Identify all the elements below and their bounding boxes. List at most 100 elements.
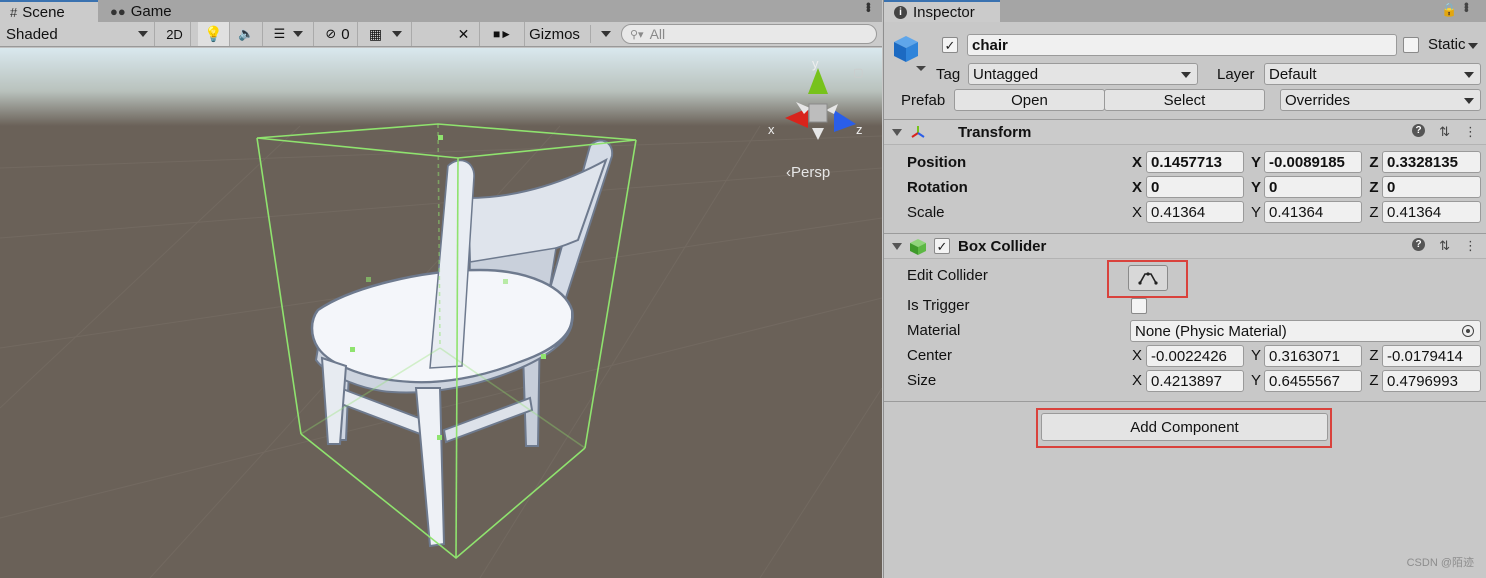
unity-editor: # Scene ●● Game ••• Shaded 2D 💡 🔈 ☰ ⊘ 0 …	[0, 0, 1486, 578]
rotation-z-field[interactable]: 0	[1382, 176, 1481, 198]
presets-icon[interactable]: ⇅	[1439, 238, 1450, 254]
is-trigger-label: Is Trigger	[907, 297, 970, 314]
axis-x-label: X	[1131, 154, 1142, 171]
scale-z-field[interactable]: 0.41364	[1382, 201, 1481, 223]
static-checkbox[interactable]	[1403, 37, 1419, 53]
gameobject-cube-icon[interactable]	[892, 34, 928, 74]
center-x-field[interactable]: -0.0022426	[1146, 345, 1244, 367]
camera-dropdown[interactable]: ■►	[481, 22, 525, 46]
layers-icon: ☰	[273, 26, 286, 41]
tab-scene-label: Scene	[22, 3, 65, 21]
foldout-arrow-icon[interactable]	[892, 129, 902, 136]
tools-button[interactable]: ✕	[448, 22, 480, 46]
rotation-x-field[interactable]: 0	[1146, 176, 1244, 198]
components-divider	[884, 401, 1486, 402]
position-y-value: -0.0089185	[1269, 153, 1345, 171]
scale-x-field[interactable]: 0.41364	[1146, 201, 1244, 223]
watermark: CSDN @陌迹	[1406, 557, 1474, 569]
box-collider-title: Box Collider	[958, 238, 1047, 255]
tab-inspector-label: Inspector	[913, 3, 975, 21]
help-icon[interactable]: ?	[1412, 238, 1426, 251]
speaker-icon: 🔈	[238, 26, 255, 41]
tools-icon: ✕	[457, 25, 470, 42]
axis-x-label: X	[1131, 204, 1142, 221]
hidden-objects-toggle[interactable]: ⊘ 0	[318, 22, 358, 46]
object-picker-icon[interactable]	[1462, 325, 1474, 337]
box-collider-header[interactable]: ✓ Box Collider ? ⇅ ⋮	[884, 233, 1486, 259]
position-z-value: 0.3328135	[1387, 153, 1458, 171]
add-component-label: Add Component	[1130, 418, 1239, 436]
kebab-menu-icon[interactable]: ⋮	[1464, 124, 1477, 140]
tab-inspector[interactable]: i Inspector	[884, 0, 1000, 22]
shading-mode-dropdown[interactable]: Shaded	[0, 22, 155, 46]
transform-header[interactable]: Transform ? ⇅ ⋮	[884, 119, 1486, 145]
axis-y-label: Y	[1250, 179, 1261, 196]
size-z-value: 0.4796993	[1387, 372, 1458, 390]
size-y-field[interactable]: 0.6455567	[1264, 370, 1362, 392]
scene-viewport[interactable]: y x z ▢ ‹Persp	[0, 48, 882, 578]
projection-toggle[interactable]: ‹Persp	[786, 164, 830, 181]
rotation-y-field[interactable]: 0	[1264, 176, 1362, 198]
audio-toggle[interactable]: 🔈	[231, 22, 263, 46]
effects-dropdown[interactable]: ☰	[264, 22, 314, 46]
static-dropdown-icon[interactable]	[1468, 43, 1478, 49]
prefab-select-button[interactable]: Select	[1104, 89, 1265, 111]
position-x-field[interactable]: 0.1457713	[1146, 151, 1244, 173]
lighting-toggle[interactable]: 💡	[198, 22, 230, 46]
transform-title: Transform	[958, 124, 1032, 141]
center-z-field[interactable]: -0.0179414	[1382, 345, 1481, 367]
prefab-select-label: Select	[1163, 91, 1206, 109]
foldout-arrow-icon[interactable]	[892, 243, 902, 250]
gizmos-dropdown[interactable]: Gizmos	[526, 22, 614, 46]
material-field[interactable]: None (Physic Material)	[1130, 320, 1481, 342]
layer-label: Layer	[1217, 66, 1255, 83]
axis-y-label: Y	[1250, 154, 1261, 171]
gizmo-z-label: z	[856, 122, 863, 137]
toggle-2d-button[interactable]: 2D	[159, 22, 191, 46]
axis-z-label: Z	[1369, 204, 1379, 221]
position-z-field[interactable]: 0.3328135	[1382, 151, 1481, 173]
box-collider-enabled-checkbox[interactable]: ✓	[934, 238, 950, 254]
layer-value: Default	[1269, 65, 1317, 83]
lock-icon[interactable]: ▢	[853, 66, 865, 79]
grid-icon: #	[10, 4, 18, 20]
prefab-overrides-dropdown[interactable]: Overrides	[1280, 89, 1481, 111]
center-y-value: 0.3163071	[1269, 347, 1340, 365]
tab-scene[interactable]: # Scene	[0, 0, 98, 22]
active-checkbox[interactable]: ✓	[942, 37, 958, 53]
size-z-field[interactable]: 0.4796993	[1382, 370, 1481, 392]
rotation-label: Rotation	[907, 179, 968, 196]
chair-model[interactable]	[310, 139, 614, 548]
axis-z-label: Z	[1369, 179, 1379, 196]
axis-x-label: X	[1131, 372, 1142, 389]
rotation-z-value: 0	[1387, 178, 1396, 196]
inspector-lock-icon[interactable]: 🔒	[1441, 2, 1457, 18]
tag-dropdown[interactable]: Untagged	[968, 63, 1198, 85]
layer-dropdown[interactable]: Default	[1264, 63, 1481, 85]
more-options-icon[interactable]: •••	[1459, 2, 1475, 11]
prefab-label: Prefab	[901, 92, 946, 109]
info-icon: i	[894, 5, 907, 19]
prefab-overrides-label: Overrides	[1285, 91, 1351, 109]
size-x-field[interactable]: 0.4213897	[1146, 370, 1244, 392]
object-name-field[interactable]: chair	[967, 34, 1397, 56]
is-trigger-checkbox[interactable]	[1131, 298, 1147, 314]
prefab-open-button[interactable]: Open	[954, 89, 1105, 111]
grid-snap-dropdown[interactable]: ▦	[360, 22, 412, 46]
help-icon[interactable]: ?	[1412, 124, 1426, 137]
more-options-icon[interactable]: •••	[861, 2, 877, 11]
center-y-field[interactable]: 0.3163071	[1264, 345, 1362, 367]
scene-search-input[interactable]: ⚲▾ All	[621, 24, 877, 44]
edit-collider-button[interactable]	[1128, 265, 1168, 291]
add-component-button[interactable]: Add Component	[1041, 413, 1328, 441]
gizmo-y-label: y	[812, 56, 819, 71]
tab-game[interactable]: ●● Game	[100, 0, 184, 22]
hidden-count: 0	[341, 25, 350, 43]
tab-game-label: Game	[130, 2, 172, 20]
scale-y-field[interactable]: 0.41364	[1264, 201, 1362, 223]
presets-icon[interactable]: ⇅	[1439, 124, 1450, 140]
kebab-menu-icon[interactable]: ⋮	[1464, 238, 1477, 254]
position-y-field[interactable]: -0.0089185	[1264, 151, 1362, 173]
search-placeholder: All	[649, 26, 666, 42]
chevron-down-icon	[293, 31, 304, 37]
